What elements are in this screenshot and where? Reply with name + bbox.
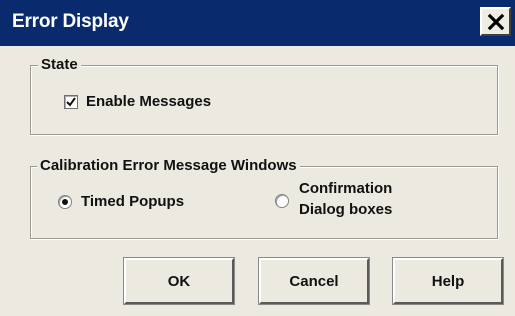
enable-messages-label[interactable]: Enable Messages xyxy=(86,93,211,111)
confirmation-label-line2[interactable]: Dialog boxes xyxy=(299,201,392,219)
window-title: Error Display xyxy=(12,11,129,32)
timed-popups-radio[interactable] xyxy=(58,195,72,209)
close-icon xyxy=(487,13,504,30)
cancel-button[interactable]: Cancel xyxy=(258,257,370,305)
enable-messages-checkbox[interactable] xyxy=(64,95,78,109)
checkmark-icon xyxy=(66,97,76,107)
calibration-group-label: Calibration Error Message Windows xyxy=(37,157,300,174)
radio-selected-dot xyxy=(62,199,68,205)
error-display-dialog: Error Display State Enable Messages Cali… xyxy=(0,0,515,316)
ok-button[interactable]: OK xyxy=(123,257,235,305)
close-button[interactable] xyxy=(480,7,511,36)
confirmation-label-line1[interactable]: Confirmation xyxy=(299,180,392,198)
state-group-label: State xyxy=(38,56,81,73)
timed-popups-label[interactable]: Timed Popups xyxy=(81,193,184,211)
confirmation-dialog-radio[interactable] xyxy=(275,194,289,208)
help-button[interactable]: Help xyxy=(392,257,504,305)
title-bar[interactable]: Error Display xyxy=(0,0,515,46)
